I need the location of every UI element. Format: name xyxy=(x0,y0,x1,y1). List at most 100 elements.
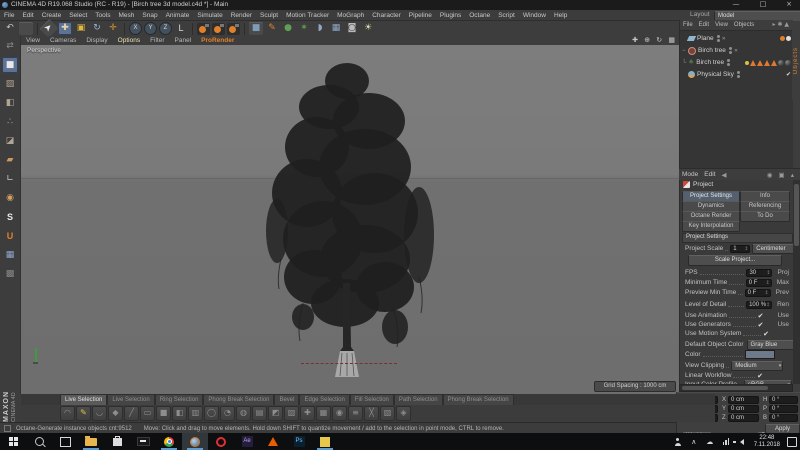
palette-icon[interactable]: ◧ xyxy=(172,406,187,421)
minimize-button[interactable]: — xyxy=(729,0,743,10)
tool-tab[interactable]: Path Selection xyxy=(394,394,443,405)
palette-icon[interactable]: ◉ xyxy=(332,406,347,421)
tool-tab[interactable]: Edge Selection xyxy=(299,394,349,405)
tool-tab[interactable]: Phong Break Selection xyxy=(203,394,274,405)
palette-icon[interactable]: ╳ xyxy=(364,406,379,421)
viewport-menu-view[interactable]: View xyxy=(21,37,45,44)
spline-pen-icon[interactable]: ✎ xyxy=(76,406,91,421)
level-of-detail-dropdown[interactable]: 100 % xyxy=(746,301,772,309)
object-row-birch-tree-child[interactable]: └ ♠ Birch tree xyxy=(680,57,793,68)
menu-sculpt[interactable]: Sculpt xyxy=(256,12,282,19)
menu-motion-tracker[interactable]: Motion Tracker xyxy=(282,12,333,19)
visibility-dots[interactable] xyxy=(717,35,720,42)
people-button[interactable] xyxy=(670,433,686,450)
preview-min-time-input[interactable]: 0 F xyxy=(745,289,771,297)
tab-to-do[interactable]: To Do xyxy=(740,211,790,222)
tool-tab[interactable]: Live Selection xyxy=(107,394,154,405)
store-button[interactable] xyxy=(104,433,130,450)
use-motion-system-checkbox[interactable]: ✔ xyxy=(763,330,769,338)
edit-menu[interactable]: Edit xyxy=(701,171,718,178)
palette-icon[interactable]: ■ xyxy=(156,406,171,421)
menu-character[interactable]: Character xyxy=(368,12,405,19)
rot-h-input[interactable]: 0 ° xyxy=(769,396,798,404)
viewport-menu-display[interactable]: Display xyxy=(81,37,112,44)
mail-button[interactable] xyxy=(130,433,156,450)
texture-mode-icon[interactable]: ▨ xyxy=(2,76,18,92)
menu-mesh[interactable]: Mesh xyxy=(114,12,138,19)
add-generator-icon[interactable]: ● xyxy=(281,22,295,35)
add-cube-icon[interactable]: ■ xyxy=(249,22,263,35)
size-x-input[interactable]: 0 cm xyxy=(728,396,759,404)
add-light-icon[interactable]: ☀ xyxy=(361,22,375,35)
selection-tag-icon[interactable] xyxy=(745,61,749,65)
palette-icon[interactable]: ◩ xyxy=(268,406,283,421)
object-name[interactable]: Physical Sky xyxy=(697,71,734,78)
texture-axis-mode-icon[interactable]: ◧ xyxy=(2,95,18,111)
menu-script[interactable]: Script xyxy=(494,12,519,19)
menu-plugins[interactable]: Plugins xyxy=(436,12,465,19)
points-mode-icon[interactable]: ∴ xyxy=(2,114,18,130)
tab-key-interpolation[interactable]: Key Interpolation xyxy=(682,221,740,232)
attribute-v-scrollbar[interactable] xyxy=(793,180,800,384)
palette-icon[interactable]: ◡ xyxy=(92,406,107,421)
use-generators-checkbox[interactable]: ✔ xyxy=(758,321,764,329)
last-used-tool[interactable]: ✛ xyxy=(106,22,120,35)
viewport-menu-cameras[interactable]: Cameras xyxy=(45,37,81,44)
collapse-toggle[interactable]: − xyxy=(680,48,688,54)
opera-button[interactable] xyxy=(208,433,234,450)
rot-p-input[interactable]: 0 ° xyxy=(769,405,798,413)
status-checkbox[interactable] xyxy=(4,425,11,432)
convert-icon[interactable]: ⇄ xyxy=(2,38,18,54)
tool-tab[interactable]: Fill Selection xyxy=(350,394,394,405)
menu-snap[interactable]: Snap xyxy=(138,12,161,19)
palette-icon[interactable]: ▨ xyxy=(284,406,299,421)
menu-tools[interactable]: Tools xyxy=(91,12,114,19)
object-row-physical-sky[interactable]: Physical Sky ✔ xyxy=(680,69,793,80)
render-view-icon[interactable] xyxy=(197,23,210,35)
axis-mode-icon[interactable]: ∟ xyxy=(2,171,18,187)
workplane-icon[interactable]: ▦ xyxy=(2,247,18,263)
palette-icon[interactable]: ◈ xyxy=(396,406,411,421)
scale-tool[interactable]: ▣ xyxy=(74,22,88,35)
palette-icon[interactable]: ▤ xyxy=(252,406,267,421)
add-spline-icon[interactable]: ✎ xyxy=(265,22,279,35)
palette-icon[interactable]: ◍ xyxy=(236,406,251,421)
hidden-icons-button[interactable]: ∧ xyxy=(686,433,702,450)
size-y-input[interactable]: 0 cm xyxy=(728,405,759,413)
attribute-h-scrollbar[interactable] xyxy=(679,384,793,392)
network-button[interactable] xyxy=(718,433,734,450)
om-menu-objects[interactable]: Objects xyxy=(731,22,757,28)
camera-label[interactable]: Perspective xyxy=(27,47,61,54)
cinema4d-taskbar-button[interactable] xyxy=(182,433,208,450)
palette-icon[interactable]: ▥ xyxy=(188,406,203,421)
viewport-menu-options[interactable]: Options xyxy=(113,37,145,44)
mode-menu[interactable]: Mode xyxy=(679,171,701,178)
close-button[interactable]: × xyxy=(782,0,796,10)
edges-mode-icon[interactable]: ◪ xyxy=(2,133,18,149)
octane-material-tag-icon[interactable] xyxy=(757,60,763,66)
fps-input[interactable]: 30 xyxy=(746,269,772,277)
palette-icon[interactable]: ≡ xyxy=(348,406,363,421)
viewport-canvas[interactable]: Perspective xyxy=(21,45,679,394)
menu-file[interactable]: File xyxy=(0,12,18,19)
palette-icon[interactable]: ◔ xyxy=(220,406,235,421)
palette-icon[interactable]: ▧ xyxy=(380,406,395,421)
history-back-icon[interactable]: ◀ xyxy=(718,171,729,179)
object-row-birch-tree-parent[interactable]: − Birch tree ✕ xyxy=(680,45,793,56)
snap-3d-icon[interactable]: ◉ xyxy=(2,190,18,206)
tool-tab[interactable]: Phong Break Selection xyxy=(443,394,514,405)
menu-window[interactable]: Window xyxy=(519,12,550,19)
om-menu-file[interactable]: File xyxy=(680,22,696,28)
palette-icon[interactable]: ◯ xyxy=(204,406,219,421)
om-toolbar-icons[interactable]: ▸ ✱ ▲ xyxy=(770,21,792,28)
menu-select[interactable]: Select xyxy=(65,12,91,19)
menu-octane[interactable]: Octane xyxy=(465,12,494,19)
object-name[interactable]: Plane xyxy=(697,35,714,42)
menu-animate[interactable]: Animate xyxy=(162,12,194,19)
redo-slot[interactable] xyxy=(19,22,33,35)
add-mograph-icon[interactable]: ✶ xyxy=(297,22,311,35)
viewport-nav-icons[interactable]: ✚ ⊕ ↻ ▦ xyxy=(632,36,677,44)
model-mode-icon[interactable]: ■ xyxy=(2,57,18,73)
palette-icon[interactable]: ✚ xyxy=(300,406,315,421)
menu-mograph[interactable]: MoGraph xyxy=(333,12,368,19)
